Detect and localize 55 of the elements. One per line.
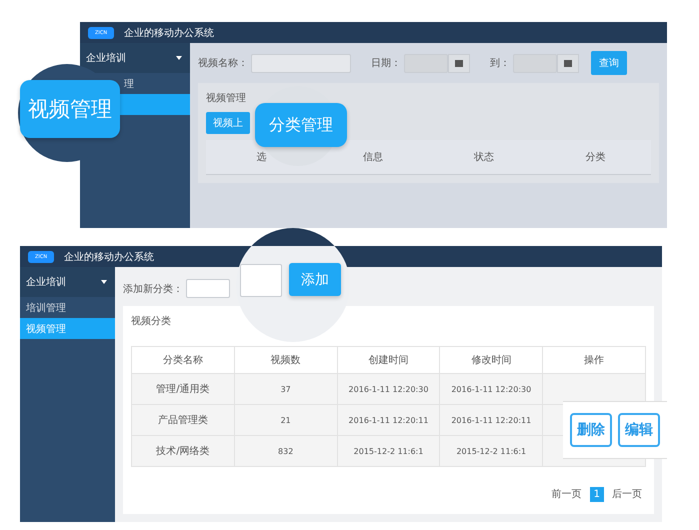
action-button[interactable]: 删除: [570, 413, 612, 447]
name-field[interactable]: [251, 54, 351, 72]
sidebar-group[interactable]: 企业培训: [20, 267, 115, 297]
page-link[interactable]: 1: [590, 486, 604, 502]
column-header: 视频数: [234, 346, 338, 374]
filter-label: 视频名称：: [198, 56, 248, 70]
table-cell: 2016-1-11 12:20:11: [337, 404, 440, 436]
column-header: 修改时间: [440, 346, 543, 374]
page-link[interactable]: 前一页: [548, 485, 586, 503]
filter-label: 日期：: [371, 56, 401, 70]
sidebar-item[interactable]: 培训管理: [20, 297, 115, 318]
sidebar-item[interactable]: [120, 94, 190, 115]
table-cell: 2016-1-11 12:20:30: [337, 374, 440, 404]
panel-title: 视频分类: [131, 314, 172, 328]
table-cell: 832: [234, 436, 338, 466]
table-cell: 2015-12-2 11:6:1: [337, 436, 440, 466]
search-button[interactable]: 查询: [591, 51, 627, 75]
category-field[interactable]: [186, 279, 230, 298]
table-cell: 管理/通用类: [132, 374, 234, 404]
table-cell: 2015-12-2 11:6:1: [440, 436, 543, 466]
app-title: 企业的移动办公系统: [64, 250, 154, 264]
table-cell: 2016-1-11 12:20:30: [440, 374, 543, 404]
upload-button[interactable]: 视频上: [206, 112, 250, 134]
column-header: 状态: [428, 140, 540, 174]
table-cell: 技术/网络类: [132, 436, 234, 466]
sidebar-item[interactable]: 理: [120, 73, 190, 94]
callout-label: 视频管理: [20, 80, 120, 138]
column-header: 分类名称: [132, 346, 234, 374]
group-label: 企业培训: [26, 276, 66, 289]
sidebar-item[interactable]: 视频管理: [20, 318, 115, 339]
sidebar-group[interactable]: 企业培训: [80, 43, 190, 73]
calendar-icon: [564, 59, 572, 67]
callout-label: 分类管理: [255, 103, 347, 147]
calendar-icon: [455, 59, 463, 67]
calendar-button[interactable]: [557, 54, 579, 72]
action-button[interactable]: 编辑: [618, 413, 660, 447]
input-field[interactable]: [240, 264, 282, 297]
table-cell: 产品管理类: [132, 404, 234, 436]
caret-icon: [101, 280, 107, 284]
caret-icon: [176, 56, 182, 60]
table-cell: 2016-1-11 12:20:11: [440, 404, 543, 436]
field-label: 添加新分类：: [123, 282, 183, 296]
filter-label: 到：: [490, 57, 510, 70]
column-header: 操作: [542, 346, 646, 374]
table-cell: 37: [234, 374, 338, 404]
panel-title: 视频管理: [206, 92, 247, 105]
page-link[interactable]: 后一页: [608, 485, 646, 503]
calendar-button[interactable]: [448, 54, 470, 72]
table-cell: 21: [234, 404, 338, 436]
group-label: 企业培训: [86, 52, 126, 65]
column-header: 信息: [317, 140, 428, 174]
app-title: 企业的移动办公系统: [124, 26, 214, 40]
column-header: 创建时间: [337, 346, 440, 374]
add-button[interactable]: 添加: [289, 263, 341, 296]
column-header: 分类: [540, 140, 651, 174]
